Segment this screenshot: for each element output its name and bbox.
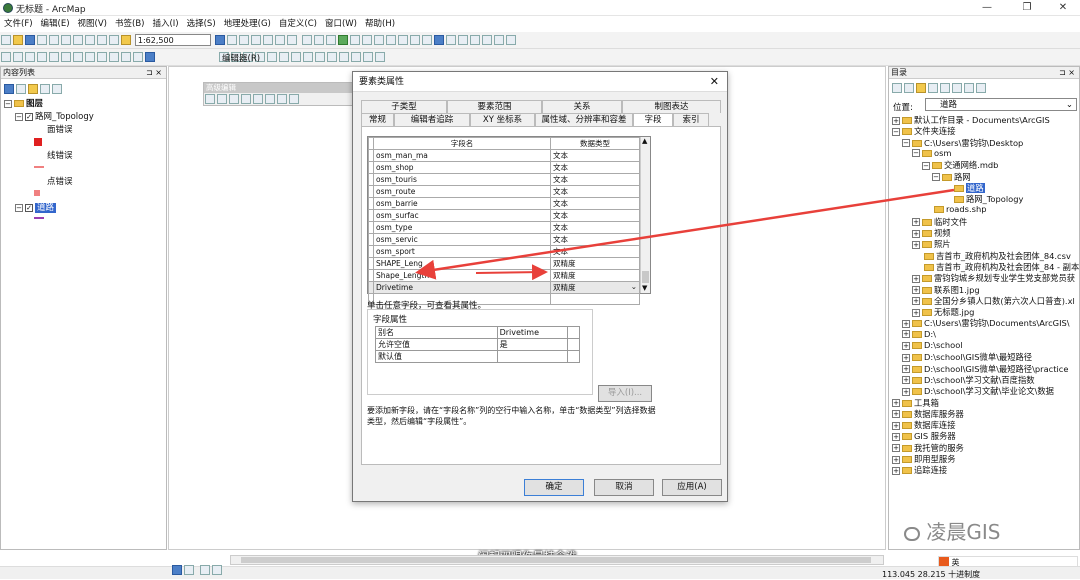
arrow-catalog-to-field: [415, 188, 955, 280]
arrow-field-to-type: [475, 264, 548, 281]
annotation-arrows: [415, 188, 955, 281]
